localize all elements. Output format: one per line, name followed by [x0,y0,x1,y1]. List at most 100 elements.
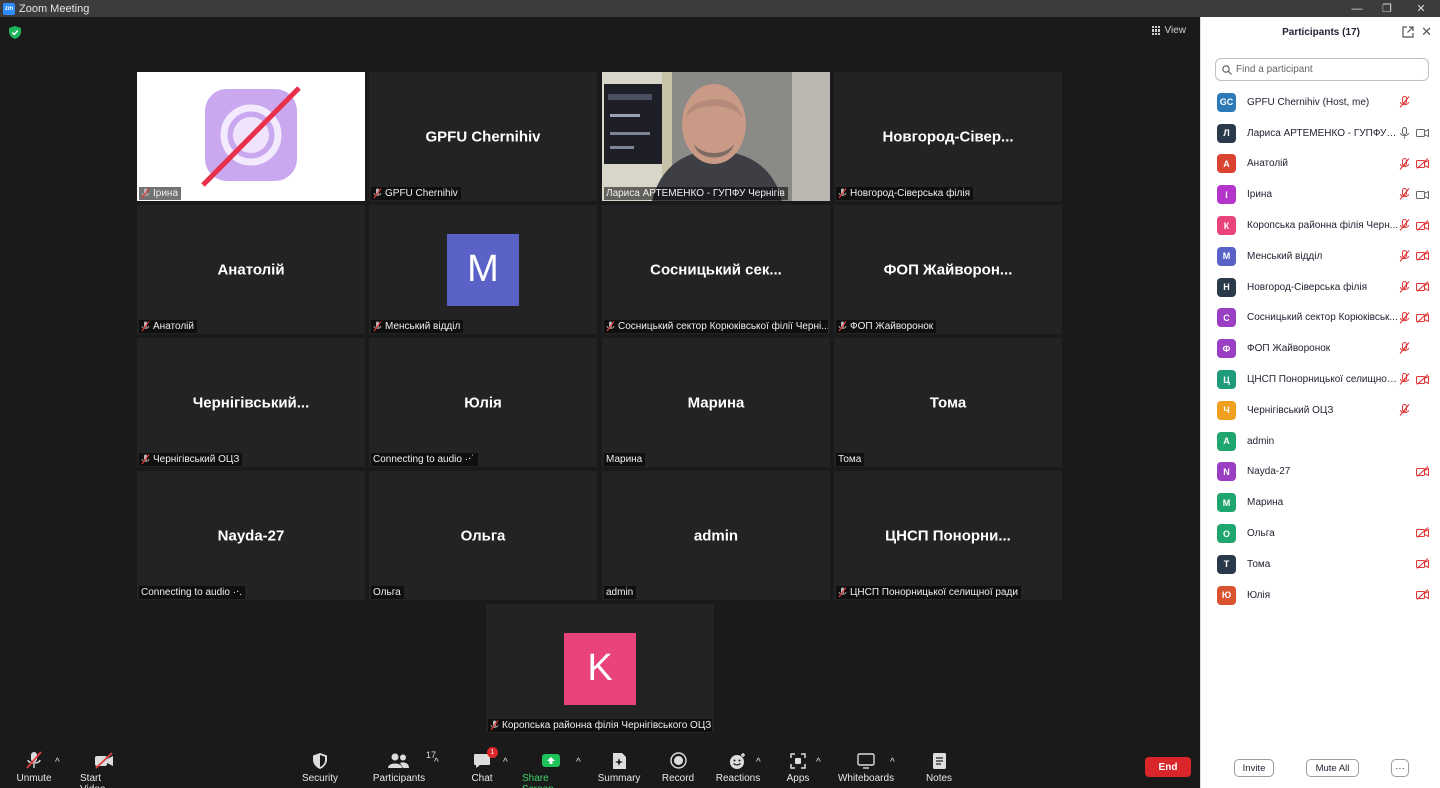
participant-row[interactable]: Ю Юлія [1201,580,1440,611]
video-off-icon[interactable] [1416,281,1429,293]
apps-button[interactable]: Apps [784,751,812,784]
reactions-options-caret[interactable]: ^ [756,757,761,768]
share-options-caret[interactable]: ^ [576,757,581,768]
video-icon[interactable] [1416,127,1429,138]
summary-button[interactable]: Summary [598,751,640,784]
participant-row[interactable]: К Коропська районна філія Черн... [1201,210,1440,241]
video-tile[interactable]: Лариса АРТЕМЕНКО - ГУПФУ Чернігів [602,72,830,201]
participant-row[interactable]: Ч Чернігівський ОЦЗ [1201,395,1440,426]
video-tile[interactable]: K Коропська районна філія Чернігівського … [486,604,714,733]
view-button[interactable]: View [1151,25,1186,36]
participant-row[interactable]: GC GPFU Chernihiv (Host, me) [1201,87,1440,118]
video-tile[interactable]: GPFU Chernihiv GPFU Chernihiv [369,72,597,201]
participant-row[interactable]: О Ольга [1201,518,1440,549]
video-off-icon[interactable] [1416,250,1429,262]
participant-row[interactable]: І Ірина [1201,179,1440,210]
participant-name-label: ЦНСП Понорницької селищної ради [836,586,1021,599]
whiteboards-button[interactable]: Whiteboards [838,751,894,784]
close-window-button[interactable]: ✕ [1406,0,1436,17]
video-off-icon[interactable] [1416,158,1429,170]
reactions-button[interactable]: Reactions [716,751,760,784]
video-tile[interactable]: ЦНСП Понорни... ЦНСП Понорницької селищно… [834,471,1062,600]
mic-muted-icon[interactable] [1399,311,1410,324]
video-tile[interactable]: admin admin [602,471,830,600]
participant-row[interactable]: Л Лариса АРТЕМЕНКО - ГУПФУ Ч... [1201,118,1440,149]
participants-options-caret[interactable]: ^ [434,757,439,768]
unmute-button[interactable]: Unmute [14,751,54,784]
apps-options-caret[interactable]: ^ [816,757,821,768]
video-tile[interactable]: Nayda-27 Connecting to audio ·‧. [137,471,365,600]
restore-button[interactable]: ❐ [1372,0,1402,17]
video-tile[interactable]: M Менський відділ [369,205,597,334]
mic-muted-icon[interactable] [1399,373,1410,386]
video-tile[interactable]: Новгород-Сівер... Новгород-Сіверська філі… [834,72,1062,201]
share-screen-button[interactable]: Share Screen [522,751,580,788]
shield-icon[interactable] [9,26,21,39]
participant-row[interactable]: А Анатолій [1201,149,1440,180]
participant-row[interactable]: Ф ФОП Жайворонок [1201,333,1440,364]
mute-all-button[interactable]: Mute All [1306,759,1359,777]
video-off-icon[interactable] [1416,312,1429,323]
participant-name-text: Марина [606,454,643,465]
mic-muted-icon[interactable] [1399,188,1410,201]
participant-status-icons [1416,465,1429,477]
mic-muted-icon[interactable] [1399,157,1410,170]
video-off-icon[interactable] [1416,558,1429,569]
participant-row[interactable]: М Марина [1201,487,1440,518]
participant-row[interactable]: Ц ЦНСП Понорницької селищної ... [1201,364,1440,395]
video-tile[interactable]: Ірина [137,72,365,201]
video-tile[interactable]: Анатолій Анатолій [137,205,365,334]
close-panel-button[interactable]: ✕ [1421,24,1432,40]
security-button[interactable]: Security [300,751,340,784]
participant-row[interactable]: М Менський відділ [1201,241,1440,272]
video-tile[interactable]: Сосницький сек... Сосницький сектор Корюк… [602,205,830,334]
participant-name: ЦНСП Понорницької селищної ... [1247,374,1399,386]
video-tile[interactable]: Чернігівський... Чернігівський ОЦЗ [137,338,365,467]
notes-button[interactable]: Notes [922,751,956,784]
reactions-icon [729,751,747,770]
participants-button[interactable]: 17 Participants [373,750,436,784]
video-tile[interactable]: ФОП Жайворон... ФОП Жайворонок [834,205,1062,334]
chat-button[interactable]: 1 Chat [466,747,498,784]
mic-muted-icon[interactable] [1399,219,1410,232]
chat-options-caret[interactable]: ^ [503,757,508,768]
mic-icon[interactable] [1399,126,1410,139]
video-off-icon[interactable] [1416,588,1429,600]
search-input[interactable] [1236,64,1416,75]
minimize-button[interactable]: — [1342,0,1372,17]
participant-row[interactable]: Н Новгород-Сіверська філія [1201,272,1440,303]
audio-options-caret[interactable]: ^ [55,757,60,768]
participant-row[interactable]: С Сосницький сектор Корюківськ... [1201,303,1440,334]
start-video-button[interactable]: Start Video [80,751,128,788]
mic-muted-icon[interactable] [1399,249,1410,262]
video-tile[interactable]: Юлія Connecting to audio ·‧˙ [369,338,597,467]
participant-name: GPFU Chernihiv (Host, me) [1247,96,1370,108]
participant-row[interactable]: N Nayda-27 [1201,457,1440,488]
video-off-icon[interactable] [1416,219,1429,231]
participant-name-display: Юлія [464,394,502,411]
mic-muted-icon[interactable] [1399,280,1410,293]
participant-name: Менський відділ [1247,250,1323,262]
participant-status-icons [1399,249,1429,262]
video-off-icon[interactable] [1416,527,1429,539]
video-tile[interactable]: Тома Тома [834,338,1062,467]
participant-row[interactable]: Aadmin [1201,426,1440,457]
mic-muted-icon[interactable] [1399,342,1410,355]
video-tile[interactable]: Ольга Ольга [369,471,597,600]
video-tile[interactable]: Марина Марина [602,338,830,467]
mic-muted-icon [141,321,150,332]
popout-icon[interactable] [1402,26,1414,38]
participant-row[interactable]: Т Тома [1201,549,1440,580]
video-icon[interactable] [1416,189,1429,200]
whiteboards-options-caret[interactable]: ^ [890,757,895,768]
record-button[interactable]: Record [660,751,696,784]
mic-muted-icon[interactable] [1399,403,1410,416]
participant-avatar: І [1217,185,1236,205]
invite-button[interactable]: Invite [1234,759,1274,777]
video-off-icon[interactable] [1416,465,1429,477]
video-off-icon[interactable] [1416,373,1429,385]
participant-name-text: Тома [838,454,862,465]
more-options-button[interactable]: ··· [1391,759,1409,777]
mic-muted-icon[interactable] [1399,96,1410,108]
end-meeting-button[interactable]: End [1145,757,1191,777]
